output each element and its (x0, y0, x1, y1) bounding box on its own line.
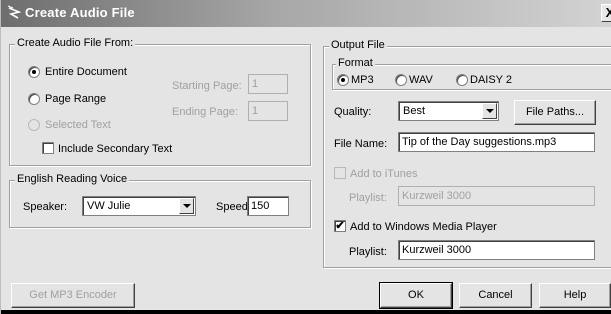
cancel-button[interactable]: Cancel (459, 283, 532, 308)
get-mp3-encoder-button: Get MP3 Encoder (11, 283, 135, 308)
output-group-legend: Output File (329, 39, 387, 51)
add-to-itunes-label: Add to iTunes (350, 168, 418, 180)
quality-value: Best (403, 105, 426, 117)
quality-label: Quality: (334, 106, 372, 118)
source-group-legend: Create Audio File From: (15, 37, 136, 49)
bottom-edge (1, 310, 611, 314)
window-title: Create Audio File (25, 5, 135, 20)
entire-document-label[interactable]: Entire Document (45, 66, 127, 78)
add-to-wmp-label[interactable]: Add to Windows Media Player (350, 221, 497, 233)
format-wav-label[interactable]: WAV (409, 74, 433, 86)
ok-button[interactable]: OK (379, 282, 453, 309)
starting-page-field: 1 (248, 74, 288, 94)
format-daisy-label[interactable]: DAISY 2 (470, 74, 512, 86)
create-audio-file-dialog: Create Audio File X Create Audio File Fr… (0, 0, 611, 314)
speed-field[interactable]: 150 (247, 196, 289, 216)
quality-select[interactable]: Best (398, 101, 499, 121)
chevron-down-icon[interactable] (179, 198, 194, 214)
file-paths-button[interactable]: File Paths... (514, 100, 596, 125)
file-name-field[interactable]: Tip of the Day suggestions.mp3 (398, 132, 595, 152)
format-daisy-radio[interactable] (456, 74, 468, 86)
selected-text-label: Selected Text (45, 119, 111, 131)
page-range-label[interactable]: Page Range (45, 93, 106, 105)
wmp-playlist-field[interactable]: Kurzweil 3000 (398, 240, 595, 260)
voice-group-legend: English Reading Voice (15, 173, 130, 185)
wmp-playlist-label: Playlist: (349, 246, 387, 258)
speaker-select[interactable]: VW Julie (82, 196, 196, 216)
format-group-legend: Format (336, 57, 375, 69)
close-button[interactable]: X (601, 4, 611, 22)
entire-document-radio[interactable] (28, 66, 40, 78)
starting-page-label: Starting Page: (172, 80, 242, 92)
ending-page-label: Ending Page: (172, 106, 239, 118)
itunes-playlist-label: Playlist: (349, 192, 387, 204)
format-mp3-label[interactable]: MP3 (351, 74, 374, 86)
add-to-itunes-checkbox (334, 167, 346, 179)
itunes-playlist-field: Kurzweil 3000 (398, 186, 595, 206)
speaker-wave-icon (7, 5, 21, 19)
chevron-down-icon[interactable] (482, 103, 497, 119)
add-to-wmp-checkbox[interactable]: ✔ (334, 220, 346, 232)
include-secondary-checkbox[interactable] (42, 142, 54, 154)
format-mp3-radio[interactable] (337, 74, 349, 86)
speaker-value: VW Julie (87, 200, 131, 212)
format-wav-radio[interactable] (395, 74, 407, 86)
speed-label: Speed: (216, 201, 251, 213)
selected-text-radio (28, 119, 40, 131)
help-button[interactable]: Help (539, 283, 611, 308)
include-secondary-label[interactable]: Include Secondary Text (58, 143, 172, 155)
page-range-radio[interactable] (28, 93, 40, 105)
file-name-label: File Name: (334, 138, 388, 150)
title-bar[interactable]: Create Audio File X (1, 0, 611, 27)
ending-page-field: 1 (248, 101, 288, 121)
speaker-label: Speaker: (23, 201, 68, 213)
